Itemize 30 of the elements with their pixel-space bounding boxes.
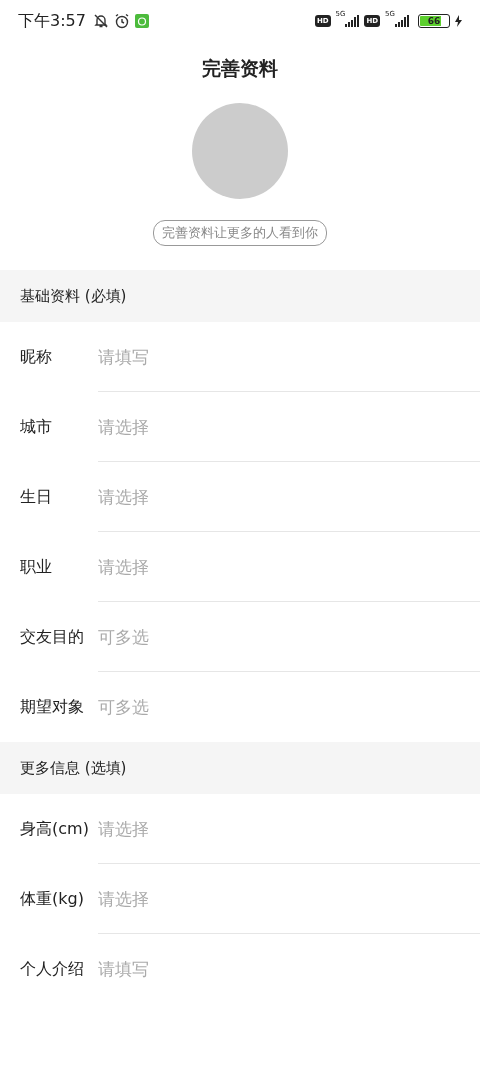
avatar-hint-button[interactable]: 完善资料让更多的人看到你 bbox=[153, 220, 327, 246]
app-notification-icon bbox=[134, 14, 149, 28]
signal-icon bbox=[345, 15, 360, 27]
status-time: 下午3:57 bbox=[18, 10, 86, 32]
input-field[interactable]: 请选择 bbox=[98, 416, 398, 437]
input-field[interactable]: 请选择 bbox=[98, 888, 398, 909]
input-field[interactable]: 可多选 bbox=[98, 626, 398, 647]
input-field[interactable]: 请填写 bbox=[98, 346, 398, 367]
section-header: 更多信息 (选填) bbox=[0, 742, 480, 794]
field-label: 期望对象 bbox=[19, 695, 85, 718]
field-label: 个人介绍 bbox=[19, 957, 85, 980]
field-label: 身高(cm) bbox=[19, 817, 90, 840]
field-label: 昵称 bbox=[19, 345, 53, 368]
alarm-clock-icon bbox=[113, 13, 130, 29]
field-label: 体重(kg) bbox=[19, 887, 85, 910]
signal-icon bbox=[395, 15, 409, 27]
page-title: 完善资料 bbox=[201, 56, 279, 81]
field-label: 交友目的 bbox=[19, 625, 85, 648]
charging-icon bbox=[455, 15, 462, 27]
field-label: 职业 bbox=[19, 555, 53, 578]
input-field[interactable]: 可多选 bbox=[98, 697, 398, 717]
battery-level: 66 bbox=[426, 16, 442, 26]
section-header: 基础资料 (必填) bbox=[0, 270, 480, 322]
input-field[interactable]: 请选择 bbox=[98, 556, 398, 577]
field-label: 生日 bbox=[19, 485, 53, 508]
input-field[interactable]: 请填写 bbox=[98, 959, 398, 979]
field-label: 城市 bbox=[19, 415, 53, 438]
input-field[interactable]: 请选择 bbox=[98, 486, 398, 507]
bell-off-icon bbox=[92, 13, 109, 29]
input-field[interactable]: 请选择 bbox=[98, 818, 398, 839]
